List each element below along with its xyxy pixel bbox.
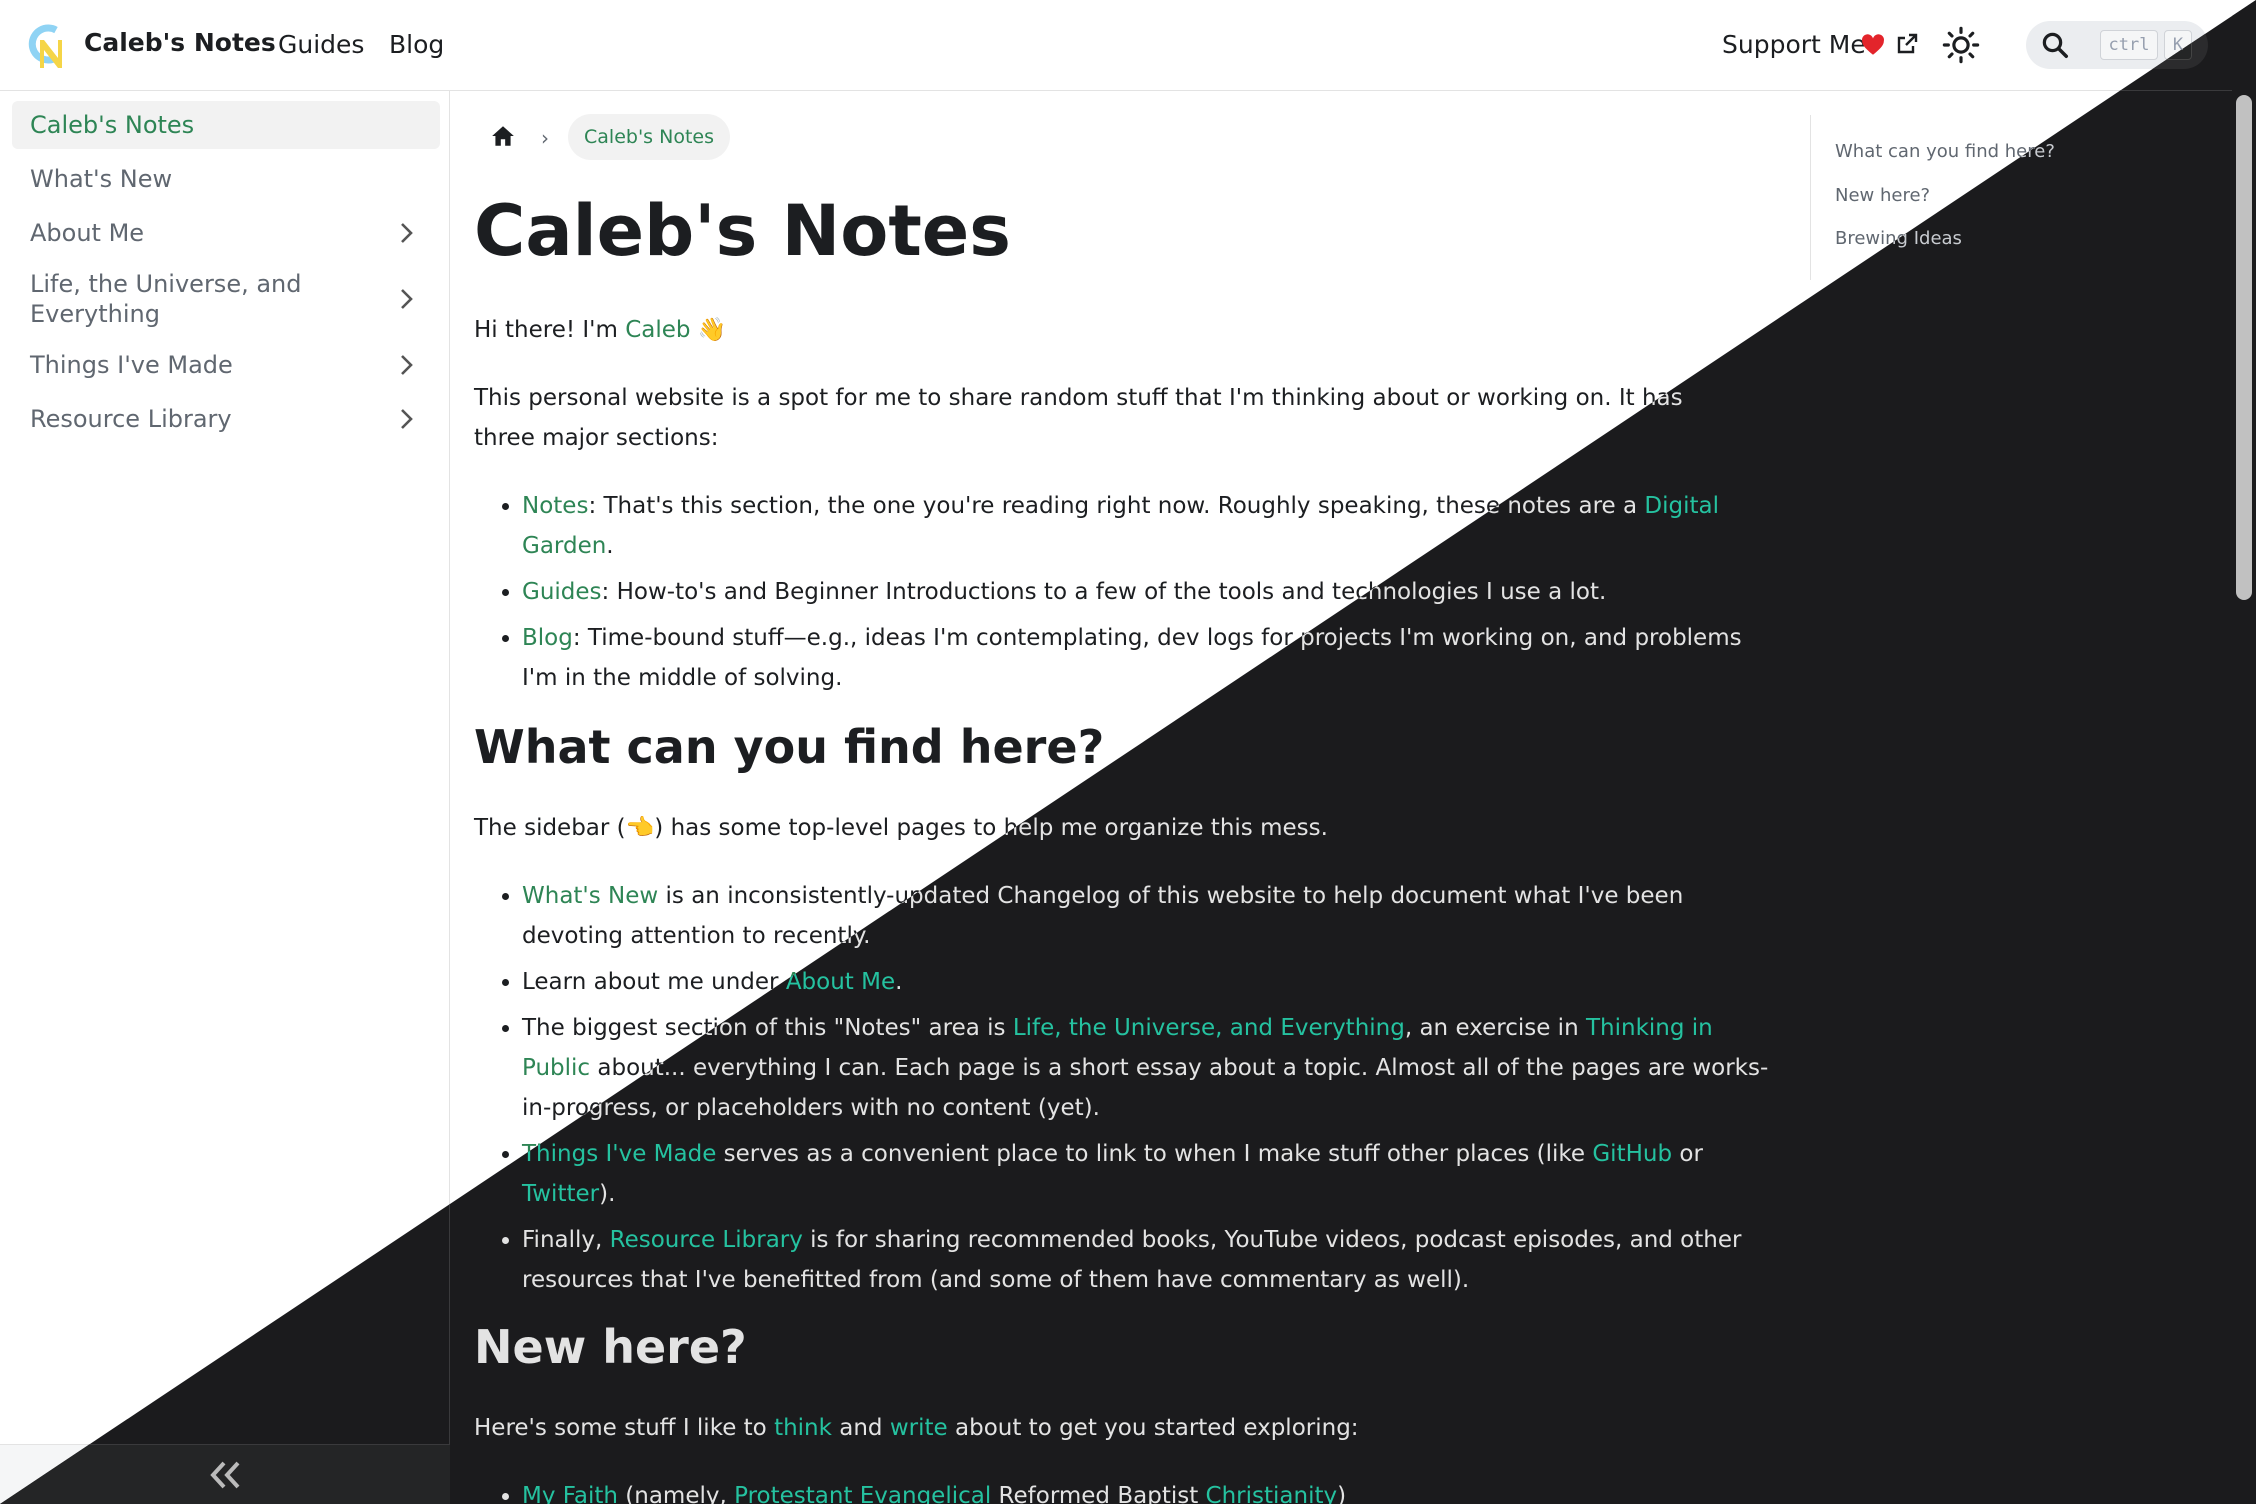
- caleb-link[interactable]: Caleb: [625, 317, 690, 343]
- breadcrumb-current: Caleb's Notes: [568, 114, 730, 160]
- sidebar-item-label: About Me: [30, 219, 145, 247]
- heart-icon: [1862, 34, 1884, 55]
- toc-item-new-here[interactable]: New here?: [1835, 185, 1930, 206]
- chevron-right-icon[interactable]: [394, 407, 418, 431]
- sidebar-item-whats-new[interactable]: What's New: [12, 155, 440, 203]
- scrollbar[interactable]: [2232, 0, 2256, 1504]
- sidebar-item-things-ive-made[interactable]: Things I've Made: [12, 341, 440, 389]
- nav-link-guides[interactable]: Guides: [278, 30, 364, 59]
- christianity-link[interactable]: Christianity: [1206, 1483, 1338, 1504]
- search-icon: [2042, 32, 2068, 58]
- heading-new-here: New here?: [474, 1320, 747, 1374]
- sidebar-item-label: Resource Library: [30, 405, 232, 433]
- brand-title[interactable]: Caleb's Notes: [84, 28, 276, 57]
- chevron-right-icon[interactable]: [394, 353, 418, 377]
- home-icon[interactable]: [490, 123, 516, 149]
- double-chevron-left-icon: [210, 1461, 240, 1489]
- think-link[interactable]: think: [774, 1415, 832, 1441]
- list-item: Things I've Made serves as a convenient …: [522, 1134, 1774, 1214]
- theme-toggle-sun-icon[interactable]: [1942, 26, 1980, 64]
- whats-new-link[interactable]: What's New: [522, 883, 658, 909]
- life-universe-link[interactable]: Life, the Universe, and Everything: [1013, 1015, 1405, 1041]
- chevron-right-icon[interactable]: [394, 287, 418, 311]
- twitter-link[interactable]: Twitter: [522, 1181, 599, 1207]
- breadcrumb-separator-icon: ›: [541, 126, 549, 150]
- sidebar-item-label: What's New: [30, 165, 173, 193]
- list-item: Finally, Resource Library is for sharing…: [522, 1220, 1774, 1300]
- write-link[interactable]: write: [890, 1415, 948, 1441]
- new-here-list: My Faith (namely, Protestant Evangelical…: [474, 1476, 1784, 1504]
- things-ive-made-link[interactable]: Things I've Made: [522, 1141, 716, 1167]
- external-link-icon: [1897, 33, 1918, 54]
- kbd-ctrl: ctrl: [2100, 30, 2158, 60]
- intro-paragraph: Hi there! I'm Caleb 👋: [474, 317, 727, 343]
- pointing-left-emoji: 👈: [625, 815, 655, 841]
- sidebar-item-about-me[interactable]: About Me: [12, 209, 440, 257]
- sidebar-item-life-universe-everything[interactable]: Life, the Universe, and Everything: [12, 267, 440, 331]
- wave-emoji: 👋: [697, 317, 727, 343]
- resource-library-link[interactable]: Resource Library: [610, 1227, 803, 1253]
- sidebar-item-label: Life, the Universe, and Everything: [30, 270, 302, 328]
- site-logo-icon[interactable]: [22, 20, 74, 72]
- sections-paragraph: This personal website is a spot for me t…: [474, 385, 1683, 451]
- sidebar-item-calebs-notes[interactable]: Caleb's Notes: [12, 101, 440, 149]
- support-me-link[interactable]: Support Me: [1722, 30, 1866, 59]
- blog-link[interactable]: Blog: [522, 625, 573, 651]
- about-me-link[interactable]: About Me: [786, 969, 895, 995]
- my-faith-link[interactable]: My Faith: [522, 1483, 618, 1504]
- scrollbar-thumb[interactable]: [2236, 95, 2252, 600]
- navbar: Caleb's Notes Guides Blog Support Me ctr…: [0, 0, 2256, 91]
- nav-link-blog[interactable]: Blog: [389, 30, 444, 59]
- notes-link[interactable]: Notes: [522, 493, 588, 519]
- sidebar-item-label: Things I've Made: [30, 351, 233, 379]
- list-item: My Faith (namely, Protestant Evangelical…: [522, 1476, 1784, 1504]
- new-here-paragraph: Here's some stuff I like to think and wr…: [474, 1415, 1359, 1441]
- github-link[interactable]: GitHub: [1592, 1141, 1672, 1167]
- sidebar-item-label: Caleb's Notes: [30, 111, 195, 139]
- guides-link[interactable]: Guides: [522, 579, 602, 605]
- protestant-evangelical-link[interactable]: Protestant Evangelical: [734, 1483, 991, 1504]
- page-title: Caleb's Notes: [474, 190, 1011, 272]
- chevron-right-icon[interactable]: [394, 221, 418, 245]
- sidebar-item-resource-library[interactable]: Resource Library: [12, 395, 440, 443]
